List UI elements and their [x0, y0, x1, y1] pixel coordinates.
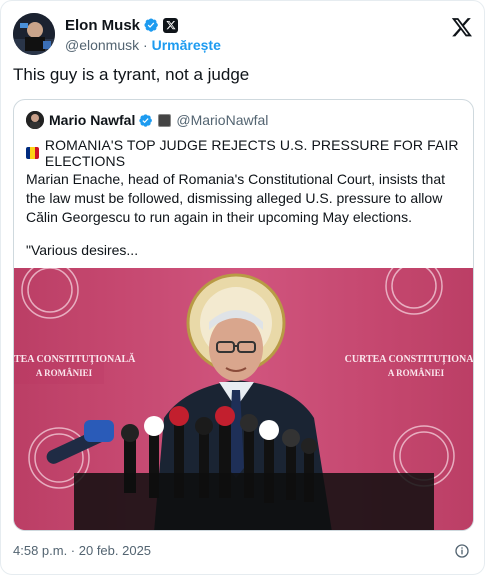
- quoted-author-avatar: [26, 111, 44, 129]
- tweet-text: This guy is a tyrant, not a judge: [13, 65, 250, 84]
- tweet-card: Elon Musk @elonmusk · Urmărește This guy…: [0, 0, 485, 575]
- author-avatar[interactable]: [13, 13, 55, 55]
- separator-dot: ·: [143, 37, 148, 53]
- author-handle-row: @elonmusk · Urmărește: [65, 37, 221, 53]
- svg-text:A ROMÂNIEI: A ROMÂNIEI: [36, 368, 93, 378]
- romania-flag-icon: [26, 147, 39, 159]
- affiliate-badge-icon: [158, 113, 172, 127]
- verified-badge-icon: [139, 113, 153, 127]
- verified-badge-icon: [144, 18, 158, 32]
- quoted-media-photo[interactable]: ⚖ CURTEA CONSTITUȚIONALĂ A ROMÂNIEI CURT…: [14, 268, 474, 530]
- tweet-header: Elon Musk @elonmusk · Urmărește: [13, 13, 475, 57]
- backdrop-text-left: CURTEA CONSTITUȚIONALĂ: [14, 353, 136, 365]
- svg-text:A ROMÂNIEI: A ROMÂNIEI: [388, 368, 445, 378]
- author-handle[interactable]: @elonmusk: [65, 37, 139, 53]
- quoted-header: Mario Nawfal @MarioNawfal: [26, 110, 268, 130]
- x-affiliate-badge-icon: [163, 17, 179, 33]
- tweet-timestamp[interactable]: 4:58 p.m. · 20 feb. 2025: [13, 543, 151, 558]
- quoted-continuation: "Various desires...: [26, 242, 139, 258]
- quoted-body: Marian Enache, head of Romania's Constit…: [26, 171, 446, 225]
- quoted-display-name: Mario Nawfal: [49, 112, 136, 128]
- author-names: Elon Musk @elonmusk · Urmărește: [65, 16, 221, 54]
- quoted-tweet[interactable]: Mario Nawfal @MarioNawfal ROMANIA'S TOP …: [13, 99, 474, 531]
- author-display-name[interactable]: Elon Musk: [65, 17, 140, 34]
- quoted-headline-row: ROMANIA'S TOP JUDGE REJECTS U.S. PRESSUR…: [26, 137, 473, 169]
- x-logo-icon[interactable]: [451, 16, 473, 38]
- info-icon[interactable]: [454, 543, 470, 559]
- quoted-headline: ROMANIA'S TOP JUDGE REJECTS U.S. PRESSUR…: [44, 137, 459, 169]
- follow-button[interactable]: Urmărește: [152, 37, 221, 53]
- quoted-handle: @MarioNawfal: [176, 112, 269, 128]
- backdrop-text-right: CURTEA CONSTITUȚIONALĂ: [345, 353, 474, 365]
